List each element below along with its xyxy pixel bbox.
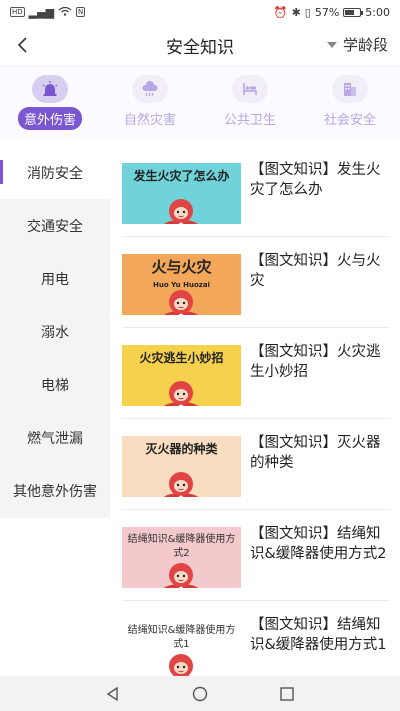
caret-down-icon — [326, 41, 337, 48]
tab-natural-disaster[interactable]: 自然灾害 — [100, 67, 200, 138]
sidebar-item-elevator[interactable]: 电梯 — [0, 358, 110, 411]
tab-social-security[interactable]: 社会安全 — [300, 67, 400, 138]
page-title: 安全知识 — [166, 37, 234, 58]
sidebar-item-traffic-safety[interactable]: 交通安全 — [0, 199, 110, 252]
tab-label: 自然灾害 — [123, 113, 176, 128]
back-button[interactable] — [8, 30, 38, 60]
nav-home-button[interactable] — [185, 679, 215, 709]
tab-label: 社会安全 — [323, 113, 376, 128]
signal-icon: ▂▄▆ — [28, 5, 55, 19]
status-bar: HD ▂▄▆ N ⏰ ✱ ▯ 57% 5:00 — [0, 0, 400, 24]
sidebar-item-drowning[interactable]: 溺水 — [0, 305, 110, 358]
building-icon — [332, 75, 368, 103]
clock: 5:00 — [365, 5, 390, 19]
thumbnail-caption: 结绳知识&缓降器使用方式1 — [127, 625, 236, 650]
sidebar-item-gas-leak[interactable]: 燃气泄漏 — [0, 411, 110, 464]
list-item[interactable]: 结绳知识&缓降器使用方式1 【图文知识】结绳知识&缓降器使用方式1 — [122, 601, 390, 676]
sidebar-item-fire-safety[interactable]: 消防安全 — [0, 146, 110, 199]
nav-back-button[interactable] — [98, 679, 128, 709]
list-item[interactable]: 火与火灾 Huo Yu Huozai 【图文知识】火与火灾 — [122, 237, 390, 328]
siren-icon — [32, 75, 68, 103]
chevron-left-icon — [17, 37, 27, 53]
list-item[interactable]: 结绳知识&缓降器使用方式2 【图文知识】结绳知识&缓降器使用方式2 — [122, 510, 390, 601]
subcategory-sidebar: 消防安全 交通安全 用电 溺水 电梯 燃气泄漏 其他意外伤害 — [0, 146, 110, 518]
alarm-icon: ⏰ — [273, 5, 288, 19]
article-title: 【图文知识】发生火灾了怎么办 — [250, 162, 381, 198]
bluetooth-icon: ✱ — [291, 5, 301, 19]
article-thumbnail: 结绳知识&缓降器使用方式1 — [122, 618, 241, 676]
vibrate-icon: ▯ — [304, 5, 311, 19]
wifi-icon — [58, 6, 72, 19]
thumbnail-caption: 火灾逃生小妙招 — [139, 351, 224, 365]
tab-accidental-injury[interactable]: 意外伤害 — [0, 67, 100, 138]
thumbnail-caption: 结绳知识&缓降器使用方式2 — [127, 534, 236, 559]
bed-icon — [232, 75, 268, 103]
hd-badge: HD — [10, 7, 25, 17]
article-list: 发生火灾了怎么办 【图文知识】发生火灾了怎么办 火与火灾 Huo Yu Huoz… — [110, 146, 400, 676]
nav-recents-button[interactable] — [272, 679, 302, 709]
tab-label: 意外伤害 — [17, 107, 82, 130]
article-thumbnail: 发生火灾了怎么办 — [122, 163, 241, 224]
category-tabs: 意外伤害 自然灾害 公共卫生 社会安全 — [0, 66, 400, 138]
grade-selector-label: 学龄段 — [342, 36, 388, 54]
article-title: 【图文知识】结绳知识&缓降器使用方式2 — [250, 526, 387, 562]
battery-level — [345, 9, 355, 15]
list-item[interactable]: 发生火灾了怎么办 【图文知识】发生火灾了怎么办 — [122, 146, 390, 237]
list-item[interactable]: 灭火器的种类 【图文知识】灭火器的种类 — [122, 419, 390, 510]
article-title: 【图文知识】火与火灾 — [250, 253, 381, 289]
article-title: 【图文知识】灭火器的种类 — [250, 435, 381, 471]
tab-public-health[interactable]: 公共卫生 — [200, 67, 300, 138]
tab-label: 公共卫生 — [223, 113, 276, 128]
article-title: 【图文知识】火灾逃生小妙招 — [250, 344, 381, 380]
sidebar-item-other-accidents[interactable]: 其他意外伤害 — [0, 464, 110, 517]
battery-icon — [343, 7, 364, 17]
battery-percent: 57% — [314, 5, 340, 19]
triangle-back-icon — [107, 686, 119, 701]
article-thumbnail: 火灾逃生小妙招 — [122, 345, 241, 406]
thumbnail-caption: 火与火灾 — [151, 258, 212, 276]
system-nav-bar — [0, 676, 400, 711]
article-thumbnail: 火与火灾 Huo Yu Huozai — [122, 254, 241, 315]
thumbnail-caption: 发生火灾了怎么办 — [133, 169, 230, 183]
title-bar: 安全知识 学龄段 — [0, 24, 400, 66]
list-item[interactable]: 火灾逃生小妙招 【图文知识】火灾逃生小妙招 — [122, 328, 390, 419]
square-recents-icon — [279, 686, 294, 701]
article-title: 【图文知识】结绳知识&缓降器使用方式1 — [250, 617, 387, 653]
article-thumbnail: 灭火器的种类 — [122, 436, 241, 497]
circle-home-icon — [192, 686, 208, 701]
cloud-rain-icon — [132, 75, 168, 103]
sidebar-item-electricity[interactable]: 用电 — [0, 252, 110, 305]
nfc-icon: N — [76, 7, 86, 17]
article-thumbnail: 结绳知识&缓降器使用方式2 — [122, 527, 241, 588]
thumbnail-caption: 灭火器的种类 — [145, 442, 218, 456]
grade-selector[interactable]: 学龄段 — [326, 34, 388, 55]
